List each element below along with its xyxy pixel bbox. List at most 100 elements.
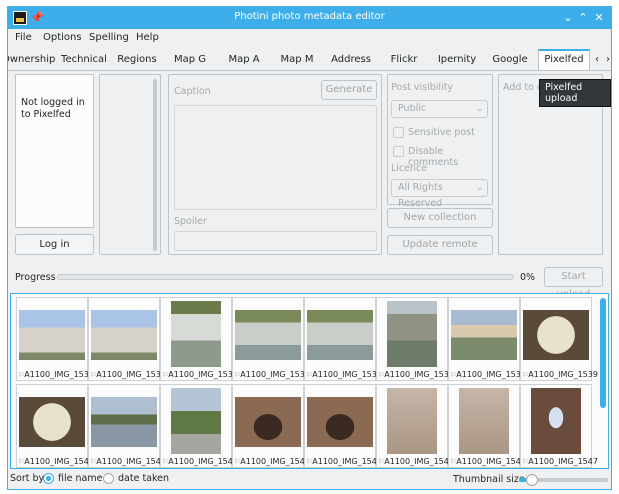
sort-file-name-label[interactable]: file name [58,473,102,484]
thumbnail-caption: ⚐A1100_IMG_1533 [90,370,166,379]
sort-by-label: Sort by [10,473,45,484]
thumbnail-scrollbar[interactable] [600,298,606,408]
spoiler-input[interactable] [174,231,377,251]
thumbnail[interactable]: ⚐A1100_IMG_1532 [16,297,94,381]
thumbnail-image [387,301,437,367]
start-upload-button[interactable]: Start upload [544,267,603,300]
slider-handle[interactable] [526,474,539,486]
menu-help[interactable]: Help [136,32,159,43]
thumbnail-filename: A1100_IMG_1532 [24,370,94,379]
sort-file-name-radio[interactable] [43,473,54,484]
thumbnail[interactable]: ⚐A1100_IMG_1539 [520,297,598,381]
thumbnail[interactable]: ⚐A1100_IMG_1544 [304,384,382,468]
close-button[interactable]: ✕ [591,10,607,26]
bottom-bar: Sort by file name date taken Thumbnail s… [8,469,611,489]
thumbnail-filename: A1100_IMG_1543 [240,457,310,466]
menu-file[interactable]: File [15,32,32,43]
sensitive-checkbox[interactable] [393,127,404,138]
sort-date-taken-label[interactable]: date taken [118,473,169,484]
thumbnail-filename: A1100_IMG_1537 [384,370,454,379]
thumbnail[interactable]: ⚐A1100_IMG_1535 [232,297,310,381]
thumbnail[interactable]: ⚐A1100_IMG_1540 [16,384,94,468]
thumbnail-image [235,310,301,360]
thumbnail[interactable]: ⚐A1100_IMG_1545 [376,384,454,468]
thumbnail-image [235,397,301,447]
caption-label: Caption [174,86,211,97]
tab-map-m[interactable]: Map M [274,52,320,70]
thumbnail[interactable]: ⚐A1100_IMG_1542 [160,384,238,468]
thumbnail-caption: ⚐A1100_IMG_1534 [162,370,238,379]
tab-pixelfed[interactable]: Pixelfed [538,49,590,70]
thumbnail-image [451,310,517,360]
tab-map-g[interactable]: Map G [168,52,212,70]
window-title: Photini photo metadata editor [234,11,385,22]
minimize-button[interactable]: ⌄ [560,10,576,26]
thumbnail-image [19,310,85,360]
menu-spelling[interactable]: Spelling [89,32,129,43]
thumbnail-grid[interactable]: ⚐A1100_IMG_1532 ⚐A1100_IMG_1533 ⚐A1100_IMG… [10,293,609,469]
tab-technical[interactable]: Technical [58,52,110,70]
generate-button[interactable]: Generate [321,80,377,100]
thumbnail[interactable]: ⚐A1100_IMG_1536 [304,297,382,381]
tab-flickr[interactable]: Flickr [384,52,424,70]
thumbnail-image [171,301,221,367]
visibility-select[interactable]: Public ⌄ [391,100,488,118]
albums-scrollbar[interactable] [153,79,157,251]
menu-bar: File Options Spelling Help [8,29,611,49]
thumbnail[interactable]: ⚐A1100_IMG_1546 [448,384,526,468]
thumbnail[interactable]: ⚐A1100_IMG_1541 [88,384,166,468]
caption-textarea[interactable] [174,105,377,210]
progress-label: Progress [15,272,56,283]
thumbnail-filename: A1100_IMG_1534 [168,370,238,379]
update-remote-button[interactable]: Update remote [387,235,493,255]
tab-ipernity[interactable]: Ipernity [432,52,482,70]
add-to-label: Add to c [503,82,543,93]
thumbnail[interactable]: ⚐A1100_IMG_1533 [88,297,166,381]
tab-scroll-right-icon[interactable]: › [602,52,611,68]
thumbnail[interactable]: ⚐A1100_IMG_1534 [160,297,238,381]
maximize-button[interactable]: ⌃ [575,10,591,26]
tab-address[interactable]: Address [326,52,376,70]
thumbnail-image [523,310,589,360]
thumbnail[interactable]: ⚐A1100_IMG_1537 [376,297,454,381]
thumbnail-caption: ⚐A1100_IMG_1544 [306,457,382,466]
tab-ownership[interactable]: Ownership [8,52,55,70]
post-visibility-label: Post visibility [391,82,454,93]
thumbnail-caption: ⚐A1100_IMG_1546 [450,457,526,466]
chevron-down-icon: ⌄ [476,183,483,192]
licence-value: All Rights Reserved [398,182,443,209]
thumbnail-image [387,388,437,454]
thumbnail-caption: ⚐A1100_IMG_1542 [162,457,238,466]
thumbnail-caption: ⚐A1100_IMG_1538 [450,370,526,379]
tab-map-a[interactable]: Map A [222,52,266,70]
progress-percent: 0% [520,272,536,283]
thumbnail[interactable]: ⚐A1100_IMG_1538 [448,297,526,381]
login-button[interactable]: Log in [15,234,94,255]
new-collection-button[interactable]: New collection [387,208,493,228]
tab-regions[interactable]: Regions [114,52,160,70]
thumbnail-filename: A1100_IMG_1544 [312,457,382,466]
thumbnail-image [307,310,373,360]
thumbnail[interactable]: ⚐A1100_IMG_1543 [232,384,310,468]
thumbnail-caption: ⚐A1100_IMG_1547 [522,457,598,466]
thumbnail[interactable]: ⚐A1100_IMG_1547 [520,384,598,468]
caption-group: Caption Generate Spoiler [168,74,382,255]
thumbnail-filename: A1100_IMG_1533 [96,370,166,379]
thumbnail-filename: A1100_IMG_1538 [456,370,526,379]
albums-list[interactable] [99,74,161,255]
menu-options[interactable]: Options [43,32,82,43]
thumbnail-filename: A1100_IMG_1546 [456,457,526,466]
licence-select[interactable]: All Rights Reserved ⌄ [391,179,488,209]
thumbnail-filename: A1100_IMG_1539 [528,370,598,379]
tab-google[interactable]: Google [488,52,532,70]
thumbnail-caption: ⚐A1100_IMG_1536 [306,370,382,379]
login-status-text: Not logged in to Pixelfed [21,97,85,120]
progress-bar [57,274,514,280]
pixelfed-panel: Not logged in to Pixelfed Log in Caption… [8,71,611,300]
thumbnail-filename: A1100_IMG_1542 [168,457,238,466]
sort-date-taken-radio[interactable] [103,473,114,484]
thumbnail-filename: A1100_IMG_1536 [312,370,382,379]
thumbnail-caption: ⚐A1100_IMG_1541 [90,457,166,466]
disable-comments-checkbox[interactable] [393,146,404,157]
sensitive-label: Sensitive post [408,127,475,138]
